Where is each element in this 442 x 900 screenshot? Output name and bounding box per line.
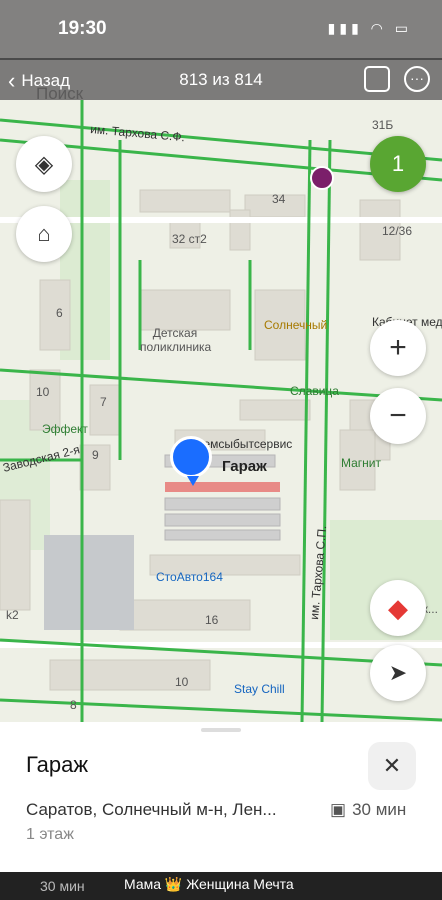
building-number: 12/36 xyxy=(382,224,413,238)
layers-icon: ◈ xyxy=(34,150,54,178)
building-number: 34 xyxy=(272,192,286,206)
media-song-title[interactable]: Мама 👑 Женщина Мечта xyxy=(124,876,294,893)
close-button[interactable]: ✕ xyxy=(368,742,416,790)
building-number: 10 xyxy=(36,385,50,399)
poi-label[interactable]: Stay Chill xyxy=(234,682,285,696)
compass-button[interactable]: ◆ xyxy=(370,580,426,636)
place-floor: 1 этаж xyxy=(26,826,74,843)
selected-poi-label[interactable]: Гараж xyxy=(222,458,267,475)
location-pin-icon[interactable] xyxy=(170,436,212,478)
map-view[interactable]: им. Тархова С.Ф. им. Тархова С.П. Заводс… xyxy=(0,100,442,722)
zoom-out-button[interactable]: − xyxy=(370,388,426,444)
building-number: 16 xyxy=(205,613,219,627)
layers-button[interactable]: ◈ xyxy=(16,136,72,192)
transit-stop-icon[interactable] xyxy=(310,166,334,190)
notification-badge[interactable]: 1 xyxy=(370,136,426,192)
place-address: Саратов, Солнечный м-н, Лен... xyxy=(26,800,277,819)
landmarks-button[interactable]: ⌂ xyxy=(16,206,72,262)
search-placeholder[interactable]: Поиск xyxy=(36,84,83,104)
building-number: 8 xyxy=(70,698,77,712)
building-number: 10 xyxy=(175,675,189,689)
status-icons: ▮▮▮ ◠ ▭ xyxy=(327,20,412,36)
poi-label[interactable]: Эффект xyxy=(42,422,88,436)
poi-label[interactable]: Магнит xyxy=(341,456,381,470)
poi-label[interactable]: Детская поликлиника xyxy=(140,326,211,354)
building-number: 6 xyxy=(56,306,63,320)
navigation-arrow-icon: ➤ xyxy=(388,660,408,685)
building-number: 9 xyxy=(92,448,99,462)
more-icon[interactable]: ··· xyxy=(404,66,430,92)
media-left-time: 30 мин xyxy=(40,878,85,894)
building-icon: ⌂ xyxy=(37,221,51,246)
building-number: 31Б xyxy=(372,118,394,132)
building-number: 32 ст2 xyxy=(172,232,207,246)
sheet-handle[interactable] xyxy=(201,728,241,732)
poi-label[interactable]: СтоАвто164 xyxy=(156,570,223,584)
place-card: Гараж ✕ Саратов, Солнечный м-н, Лен... ▣… xyxy=(0,722,442,872)
media-bar: 30 мин Мама 👑 Женщина Мечта xyxy=(0,872,442,900)
building-number: k2 xyxy=(6,608,19,622)
my-location-button[interactable]: ➤ xyxy=(370,645,426,701)
place-title: Гараж xyxy=(26,752,89,777)
travel-time-value: 30 мин xyxy=(352,800,407,819)
text-scan-icon[interactable] xyxy=(364,66,390,92)
compass-icon: ◆ xyxy=(388,592,408,623)
poi-label[interactable]: Солнечный xyxy=(264,318,327,332)
zoom-in-button[interactable]: + xyxy=(370,320,426,376)
travel-time[interactable]: ▣ 30 мин xyxy=(330,800,406,820)
bus-icon: ▣ xyxy=(330,800,347,819)
status-bar: 19:30 ▮▮▮ ◠ ▭ xyxy=(0,0,442,60)
pin-tail xyxy=(187,476,199,486)
status-time: 19:30 xyxy=(58,18,107,39)
poi-label[interactable]: Славица xyxy=(290,384,339,398)
building-number: 7 xyxy=(100,395,107,409)
